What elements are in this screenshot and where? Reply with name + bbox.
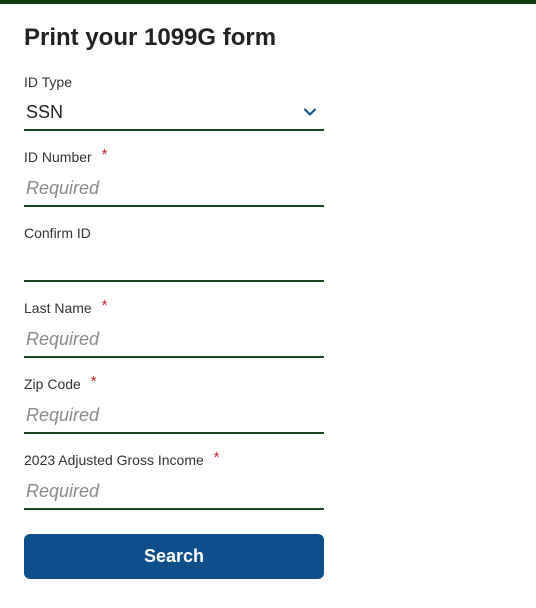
search-button[interactable]: Search (24, 534, 324, 579)
label-agi: 2023 Adjusted Gross Income * (24, 452, 324, 469)
zip-code-input[interactable] (24, 401, 324, 434)
agi-input[interactable] (24, 477, 324, 510)
id-number-input[interactable] (24, 174, 324, 207)
field-confirm-id: Confirm ID (24, 225, 324, 282)
required-mark: * (214, 449, 220, 466)
field-id-type: ID Type SSN (24, 74, 324, 131)
confirm-id-input[interactable] (24, 249, 324, 282)
label-last-name: Last Name * (24, 300, 324, 317)
field-zip-code: Zip Code * (24, 376, 324, 434)
label-id-number-text: ID Number (24, 149, 92, 165)
label-last-name-text: Last Name (24, 300, 92, 316)
last-name-input[interactable] (24, 325, 324, 358)
label-confirm-id: Confirm ID (24, 225, 324, 241)
id-type-select-wrap[interactable]: SSN (24, 98, 324, 131)
field-id-number: ID Number * (24, 149, 324, 207)
field-last-name: Last Name * (24, 300, 324, 358)
field-agi: 2023 Adjusted Gross Income * (24, 452, 324, 510)
label-agi-text: 2023 Adjusted Gross Income (24, 452, 204, 468)
required-mark: * (91, 373, 97, 390)
id-type-select[interactable]: SSN (24, 98, 324, 131)
required-mark: * (102, 146, 108, 163)
label-id-number: ID Number * (24, 149, 324, 166)
page-title: Print your 1099G form (24, 24, 512, 52)
label-id-type: ID Type (24, 74, 324, 90)
label-zip-code-text: Zip Code (24, 376, 81, 392)
required-mark: * (102, 297, 108, 314)
label-zip-code: Zip Code * (24, 376, 324, 393)
